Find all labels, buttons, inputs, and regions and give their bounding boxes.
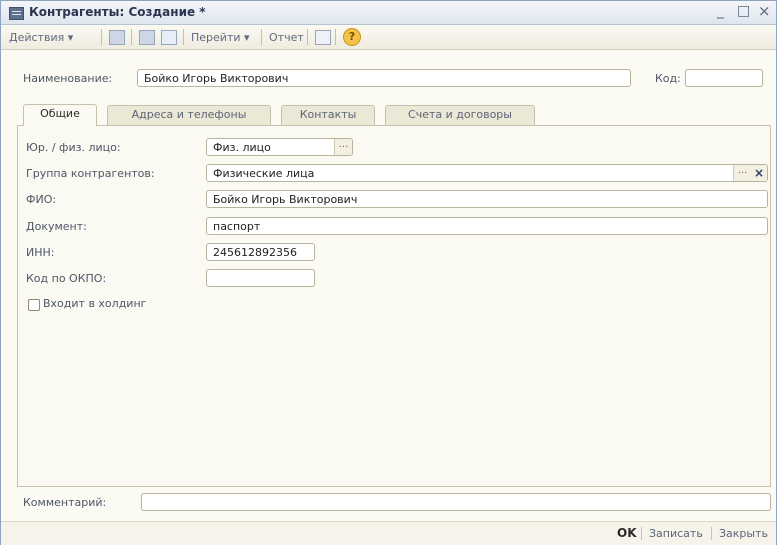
group-value: Физические лица [213,167,315,180]
group-clear-icon[interactable]: × [751,165,767,181]
tab-contacts[interactable]: Контакты [281,105,375,125]
list-icon[interactable] [139,30,155,45]
footer-bar: OK Записать Закрыть [1,521,776,545]
toolbar-divider [183,29,184,45]
toolbar-divider [131,29,132,45]
help-icon[interactable]: ? [343,28,361,46]
name-label: Наименование: [23,72,113,85]
maximize-icon[interactable]: □ [737,3,750,19]
window-title: Контрагенты: Создание * [29,5,206,19]
close-button[interactable]: Закрыть [719,527,768,540]
okpo-label: Код по ОКПО: [26,272,107,285]
comment-input[interactable] [141,493,771,511]
inn-input[interactable]: 245612892356 [206,243,315,261]
group-label: Группа контрагентов: [26,167,155,180]
code-label: Код: [655,72,681,85]
form-window: Контрагенты: Создание * _ □ × Действия ▾… [0,0,777,545]
toolbar-divider [101,29,102,45]
ok-button[interactable]: OK [617,526,637,540]
inn-label: ИНН: [26,246,55,259]
tab-addresses-phones[interactable]: Адреса и телефоны [107,105,271,125]
name-input[interactable]: Бойко Игорь Викторович [137,69,631,87]
entity-type-value: Физ. лицо [213,141,271,154]
comment-label: Комментарий: [23,496,107,509]
toolbar-divider [307,29,308,45]
entity-type-label: Юр. / физ. лицо: [26,141,121,154]
group-select-button[interactable]: ... [733,165,751,181]
document-input[interactable]: паспорт [206,217,768,235]
minimize-icon[interactable]: _ [717,3,724,19]
code-input[interactable] [685,69,763,87]
footer-divider [641,527,642,540]
close-icon[interactable]: × [758,2,771,20]
copy-icon[interactable] [161,30,177,45]
entity-type-field[interactable]: Физ. лицо ... [206,138,353,156]
footer-divider [711,527,712,540]
actions-menu[interactable]: Действия ▾ [9,31,73,44]
form-icon [9,7,24,20]
group-field[interactable]: Физические лица ... × [206,164,768,182]
toolbar-divider [261,29,262,45]
entity-type-select-button[interactable]: ... [334,139,352,155]
title-bar[interactable]: Контрагенты: Создание * _ □ × [1,1,776,25]
toolbar: Действия ▾ Перейти ▾ Отчет ? [1,25,776,50]
okpo-input[interactable] [206,269,315,287]
grid-icon[interactable] [109,30,125,45]
general-tab-panel: Юр. / физ. лицо: Физ. лицо ... Группа ко… [17,125,771,487]
fio-input[interactable]: Бойко Игорь Викторович [206,190,768,208]
toolbar-divider [335,29,336,45]
document-label: Документ: [26,220,87,233]
holding-label: Входит в холдинг [43,297,147,310]
holding-checkbox[interactable] [28,299,40,311]
goto-menu[interactable]: Перейти ▾ [191,31,250,44]
structure-icon[interactable] [315,30,331,45]
fio-label: ФИО: [26,193,57,206]
save-button[interactable]: Записать [649,527,703,540]
tab-general[interactable]: Общие [23,104,97,126]
tab-accounts-contracts[interactable]: Счета и договоры [385,105,535,125]
report-button[interactable]: Отчет [269,31,304,44]
